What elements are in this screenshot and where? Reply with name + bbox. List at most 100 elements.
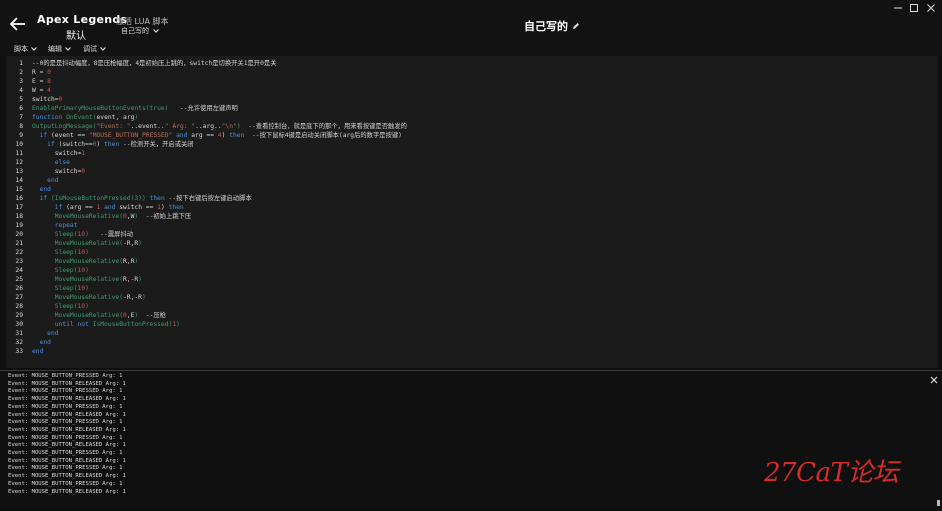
code-line: 31 end [6,329,58,338]
line-number: 19 [15,222,23,229]
line-number: 10 [15,141,23,148]
console-scrollbar[interactable] [937,500,940,506]
menu-script-label: 脚本 [14,45,28,53]
arrow-left-icon[interactable] [10,17,26,31]
code-line: 13 switch=0 [6,167,85,176]
code-line: 9 if (event == "MOUSE_BUTTON_PRESSED" an… [6,131,402,140]
code-line: 5 switch=0 [6,95,62,104]
close-icon[interactable] [925,3,937,13]
console-line: Event: MOUSE_BUTTON_RELEASED Arg: 1 [8,426,126,433]
line-number: 33 [15,348,23,355]
code-line: 24 Sleep(10) [6,266,88,275]
code-line: 16 if (IsMouseButtonPressed(3)) then --按… [6,194,251,203]
title-bar: Apex Legends 默认 激活 LUA 脚本 自己写的 自己写的 [0,0,942,42]
document-title-text: 自己写的 [524,20,568,33]
app-title: Apex Legends [37,13,128,26]
code-line: 11 switch=1 [6,149,85,158]
console-line: Event: MOUSE_BUTTON_RELEASED Arg: 1 [8,396,126,403]
script-select-value: 自己写的 [121,27,149,35]
code-line: 18 MoveMouseRelative(0,W) --初始上跳下压 [6,212,191,221]
line-number: 22 [15,249,23,256]
line-number: 30 [15,321,23,328]
code-line: 20 Sleep(10) --震屏抖动 [6,230,133,239]
line-number: 15 [15,186,23,193]
menu-script[interactable]: 脚本 [14,44,37,54]
code-line: 19 repeat [6,221,77,230]
console-line: Event: MOUSE_BUTTON_PRESSED Arg: 1 [8,388,123,395]
script-select-dropdown[interactable]: 自己写的 [121,26,159,36]
code-line: 8 OutputLogMessage("Event: "..event.." Ar… [6,122,407,131]
line-number: 18 [15,213,23,220]
line-number: 7 [19,114,23,121]
menu-bar: 脚本 编辑 调试 [0,42,942,56]
chevron-down-icon [65,47,71,51]
line-number: 25 [15,276,23,283]
console-line: Event: MOUSE_BUTTON_RELEASED Arg: 1 [8,488,126,495]
code-line: 30 until not IsMouseButtonPressed(1) [6,320,180,329]
close-icon[interactable] [930,376,938,384]
console-line: Event: MOUSE_BUTTON_RELEASED Arg: 1 [8,473,126,480]
code-line: 2R = 0 [6,68,51,77]
line-number: 26 [15,285,23,292]
line-number: 4 [19,87,23,94]
watermark-logo: 27CaT论坛 [764,458,899,488]
code-line: 3E = 8 [6,77,51,86]
line-number: 29 [15,312,23,319]
menu-edit-label: 编辑 [48,45,62,53]
code-line: 25 MoveMouseRelative(R,-R) [6,275,142,284]
menu-debug[interactable]: 调试 [83,44,106,54]
pencil-icon[interactable] [572,22,580,30]
maximize-icon[interactable] [908,3,920,13]
line-number: 28 [15,303,23,310]
line-number: 1 [19,60,23,67]
code-line: 27 MoveMouseRelative(-R,-R) [6,293,145,302]
document-title: 自己写的 [524,18,580,34]
line-number: 32 [15,339,23,346]
line-number: 11 [15,150,23,157]
code-line: 17 if (arg == 1 and switch == 1) then [6,203,183,212]
code-line: 15 end [6,185,51,194]
console-line: Event: MOUSE_BUTTON_RELEASED Arg: 1 [8,380,126,387]
line-number: 21 [15,240,23,247]
console-line: Event: MOUSE_BUTTON_PRESSED Arg: 1 [8,465,123,472]
code-line: 29 MoveMouseRelative(0,E) --压枪 [6,311,166,320]
profile-name: 默认 [66,31,86,42]
line-number: 31 [15,330,23,337]
console-line: Event: MOUSE_BUTTON_PRESSED Arg: 1 [8,434,123,441]
code-line: 14 end [6,176,58,185]
console-line: Event: MOUSE_BUTTON_PRESSED Arg: 1 [8,373,123,379]
code-line: 4W = 4 [6,86,51,95]
console-line: Event: MOUSE_BUTTON_PRESSED Arg: 1 [8,403,123,410]
line-number: 27 [15,294,23,301]
code-line: 7 function OnEvent(event, arg) [6,113,138,122]
code-line: 12 else [6,158,70,167]
line-number: 3 [19,78,23,85]
line-number: 9 [19,132,23,139]
line-number: 23 [15,258,23,265]
code-line: 6 EnablePrimaryMouseButtonEvents(true) --… [6,104,238,113]
minimize-icon[interactable] [892,3,904,13]
code-line: 26 Sleep(10) [6,284,88,293]
code-line: 23 MoveMouseRelative(R,R) [6,257,138,266]
line-number: 8 [19,123,23,130]
chevron-down-icon [31,47,37,51]
line-number: 24 [15,267,23,274]
line-number: 12 [15,159,23,166]
code-line: 22 Sleep(10) [6,248,88,257]
code-editor[interactable]: 1 --0的是是抖动幅度，8是压枪幅度，4是初始压上跳的，switch是切换开关1… [6,56,938,368]
code-line: 21 MoveMouseRelative(-R,R) [6,239,142,248]
code-line: 10 if (switch==0) then --检测开关，开启或关闭 [6,140,193,149]
line-number: 17 [15,204,23,211]
console-line: Event: MOUSE_BUTTON_RELEASED Arg: 1 [8,411,126,418]
code-line: 33 end [6,347,43,356]
code-line: 1 --0的是是抖动幅度，8是压枪幅度，4是初始压上跳的，switch是切换开关1… [6,59,276,68]
code-line: 32 end [6,338,51,347]
menu-edit[interactable]: 编辑 [48,44,71,54]
console-line: Event: MOUSE_BUTTON_RELEASED Arg: 1 [8,442,126,449]
chevron-down-icon [100,47,106,51]
line-number: 16 [15,195,23,202]
console-line: Event: MOUSE_BUTTON_PRESSED Arg: 1 [8,480,123,487]
line-number: 5 [19,96,23,103]
line-number: 6 [19,105,23,112]
menu-debug-label: 调试 [83,45,97,53]
